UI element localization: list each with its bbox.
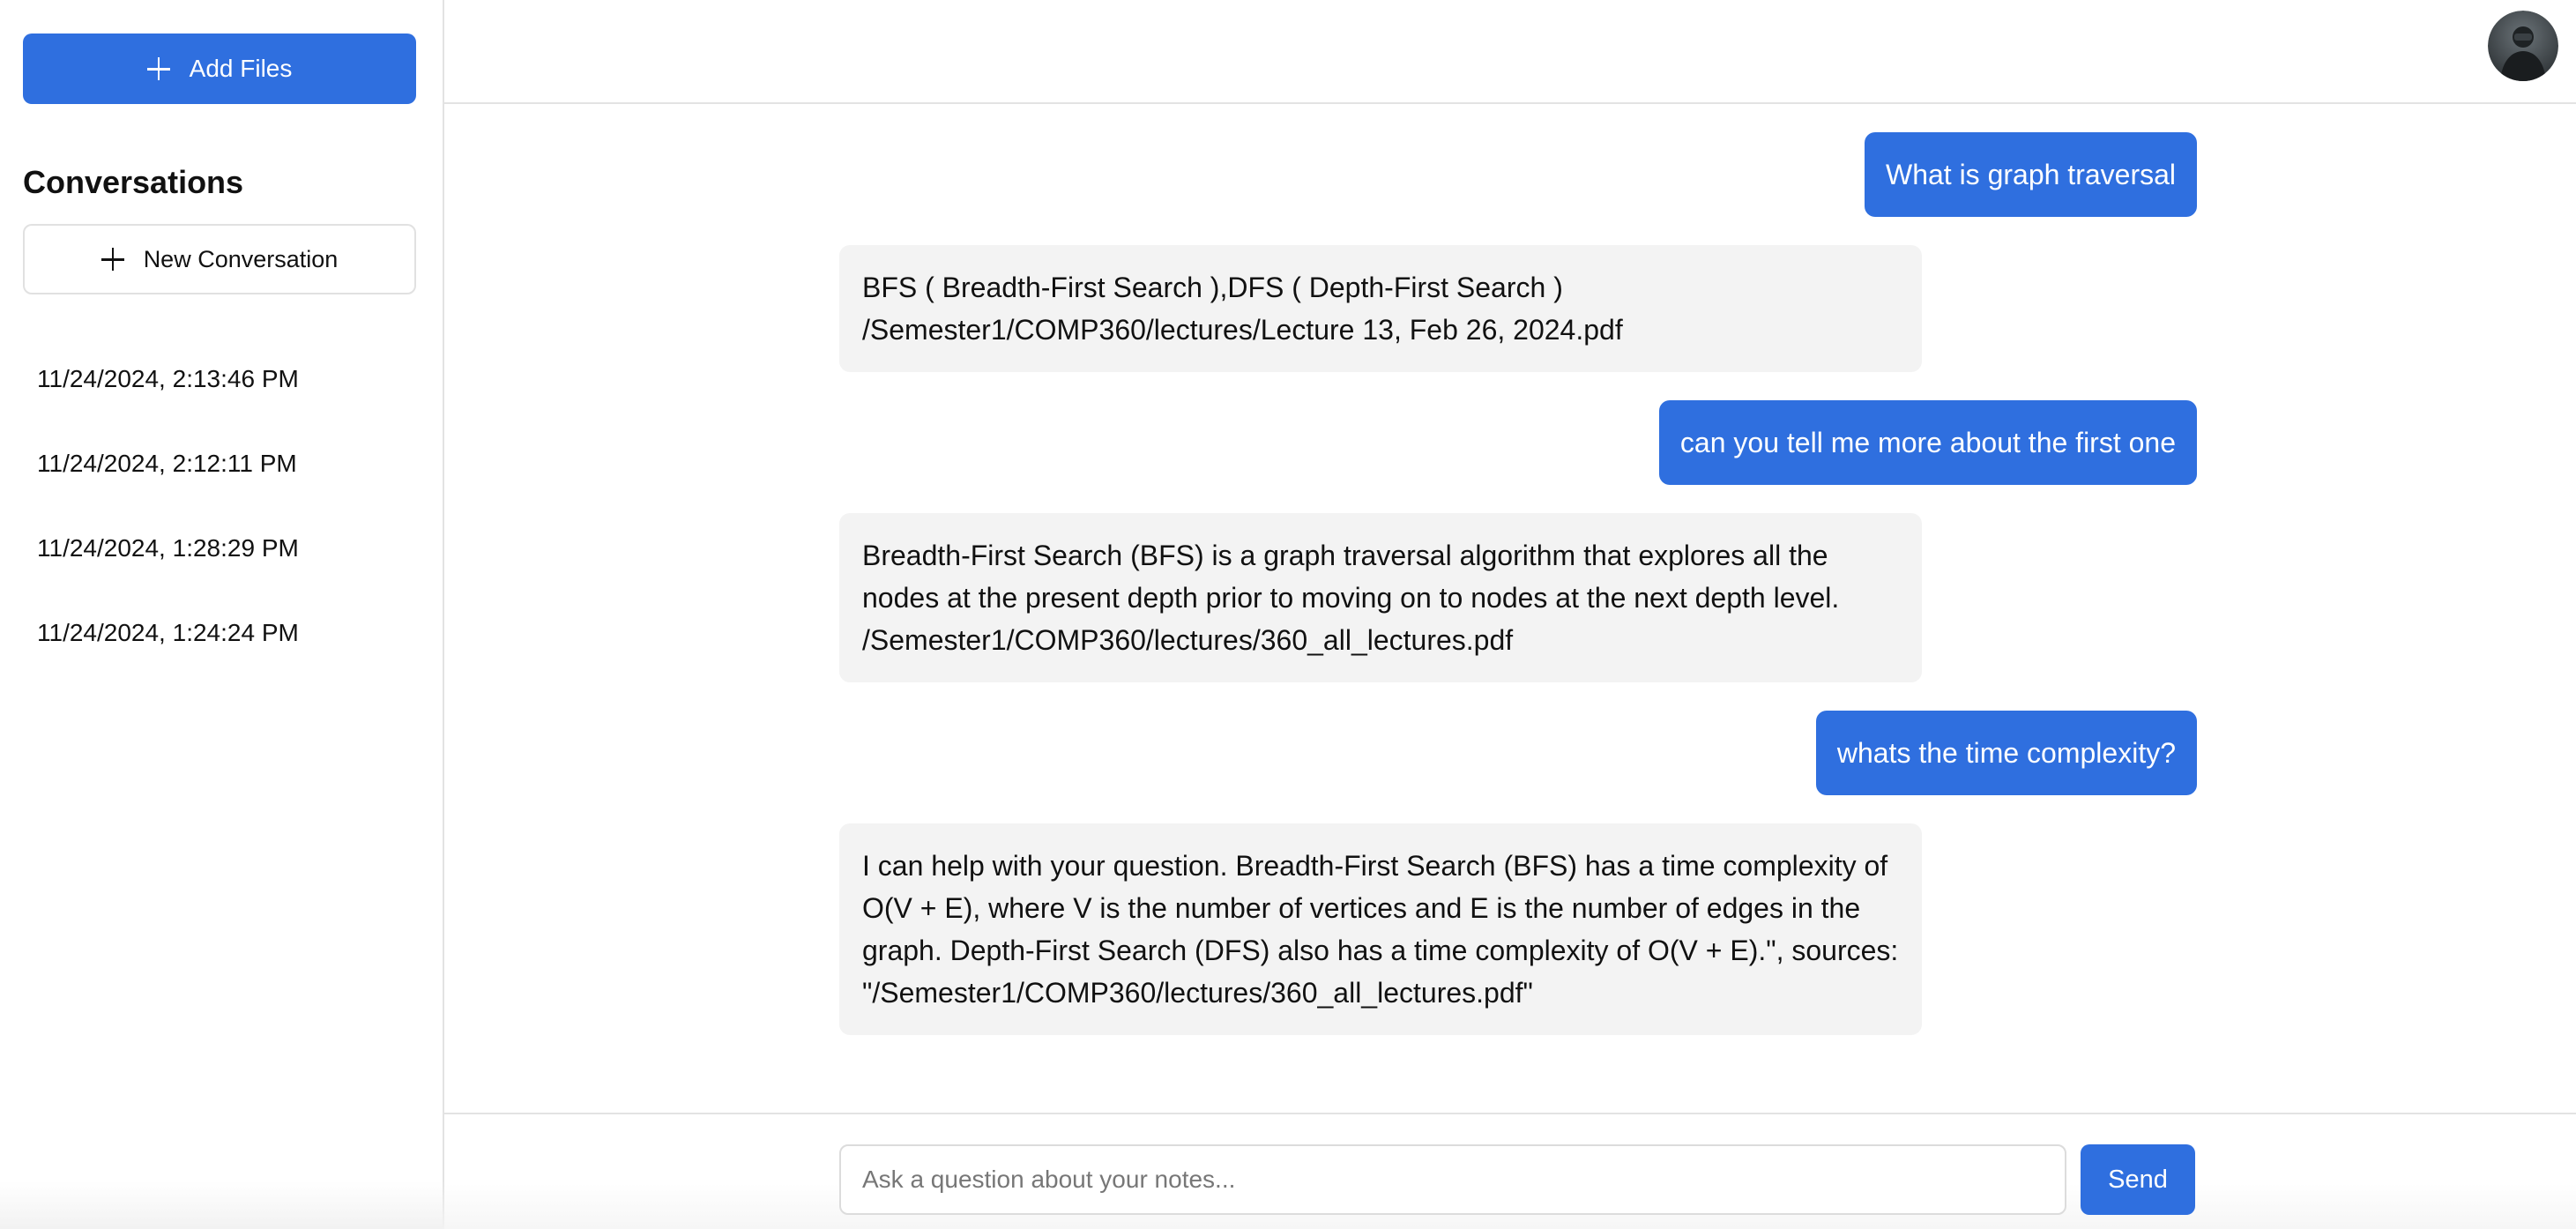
message-line: O(V + E), where V is the number of verti… — [862, 892, 1861, 924]
plus-icon — [146, 57, 170, 80]
conversation-item[interactable]: 11/24/2024, 1:24:24 PM — [23, 591, 416, 675]
message-line: nodes at the present depth prior to movi… — [862, 582, 1840, 614]
conversation-list: 11/24/2024, 2:13:46 PM 11/24/2024, 2:12:… — [23, 337, 416, 693]
user-message: can you tell me more about the first one — [1658, 400, 2197, 485]
chat-area: What is graph traversal BFS ( Breadth-Fi… — [444, 104, 2576, 1113]
new-conversation-label: New Conversation — [143, 245, 339, 272]
assistant-message: BFS ( Breadth-First Search ),DFS ( Depth… — [839, 245, 1922, 372]
assistant-message: I can help with your question. Breadth-F… — [839, 823, 1922, 1035]
send-button[interactable]: Send — [2081, 1144, 2195, 1215]
avatar[interactable] — [2488, 11, 2558, 81]
message-line: /Semester1/COMP360/lectures/360_all_lect… — [862, 624, 1514, 656]
question-input[interactable] — [839, 1144, 2066, 1215]
assistant-message: Breadth-First Search (BFS) is a graph tr… — [839, 513, 1922, 682]
sidebar-shade — [0, 1181, 444, 1229]
message-line: /Semester1/COMP360/lectures/Lecture 13, … — [862, 314, 1623, 346]
message-line: graph. Depth-First Search (DFS) also has… — [862, 935, 1899, 966]
sidebar: Add Files Conversations New Conversation… — [0, 0, 444, 1229]
conversation-item[interactable]: 11/24/2024, 2:13:46 PM — [23, 337, 416, 421]
user-message: What is graph traversal — [1864, 132, 2197, 217]
user-avatar-icon — [2488, 11, 2558, 81]
new-conversation-button[interactable]: New Conversation — [23, 224, 416, 294]
add-files-label: Add Files — [189, 55, 293, 82]
conversations-heading: Conversations — [23, 164, 244, 200]
composer: Send — [444, 1113, 2576, 1229]
message-line: BFS ( Breadth-First Search ),DFS ( Depth… — [862, 272, 1563, 303]
user-message: whats the time complexity? — [1815, 711, 2197, 795]
plus-icon — [101, 248, 124, 271]
app-root: Add Files Conversations New Conversation… — [0, 0, 2576, 1229]
top-header — [444, 0, 2576, 104]
conversation-item[interactable]: 11/24/2024, 1:28:29 PM — [23, 506, 416, 591]
message-line: "/Semester1/COMP360/lectures/360_all_lec… — [862, 977, 1533, 1009]
message-line: I can help with your question. Breadth-F… — [862, 850, 1888, 882]
conversation-item[interactable]: 11/24/2024, 2:12:11 PM — [23, 421, 416, 506]
message-line: Breadth-First Search (BFS) is a graph tr… — [862, 540, 1828, 571]
add-files-button[interactable]: Add Files — [23, 34, 416, 104]
